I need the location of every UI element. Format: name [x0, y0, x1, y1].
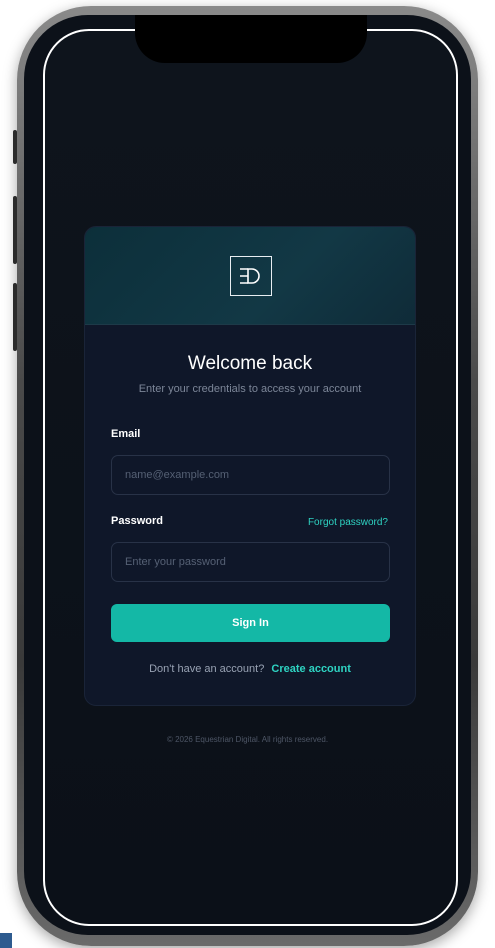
signup-row: Don't have an account? Create account — [85, 663, 415, 675]
email-label: Email — [111, 428, 141, 440]
password-input[interactable] — [111, 542, 390, 582]
page-subtitle: Enter your credentials to access your ac… — [138, 383, 362, 395]
login-card-header — [85, 227, 415, 325]
footer-copyright: © 2026 Equestrian Digital. All rights re… — [166, 735, 329, 744]
create-account-link[interactable]: Create account — [271, 663, 350, 675]
email-input[interactable] — [111, 455, 390, 495]
signup-prompt: Don't have an account? — [149, 663, 265, 675]
phone-volume-down-button — [13, 283, 17, 351]
password-label: Password — [111, 515, 163, 527]
forgot-password-link[interactable]: Forgot password? — [308, 517, 388, 528]
page-title: Welcome back — [187, 353, 313, 374]
login-card: Welcome back Enter your credentials to a… — [84, 226, 416, 706]
phone-mute-switch — [13, 130, 17, 164]
brand-logo — [230, 256, 272, 296]
sign-in-button[interactable]: Sign In — [111, 604, 390, 642]
ed-monogram-icon — [240, 268, 260, 284]
corner-marker — [0, 933, 12, 948]
phone-notch — [135, 15, 367, 63]
phone-volume-up-button — [13, 196, 17, 264]
